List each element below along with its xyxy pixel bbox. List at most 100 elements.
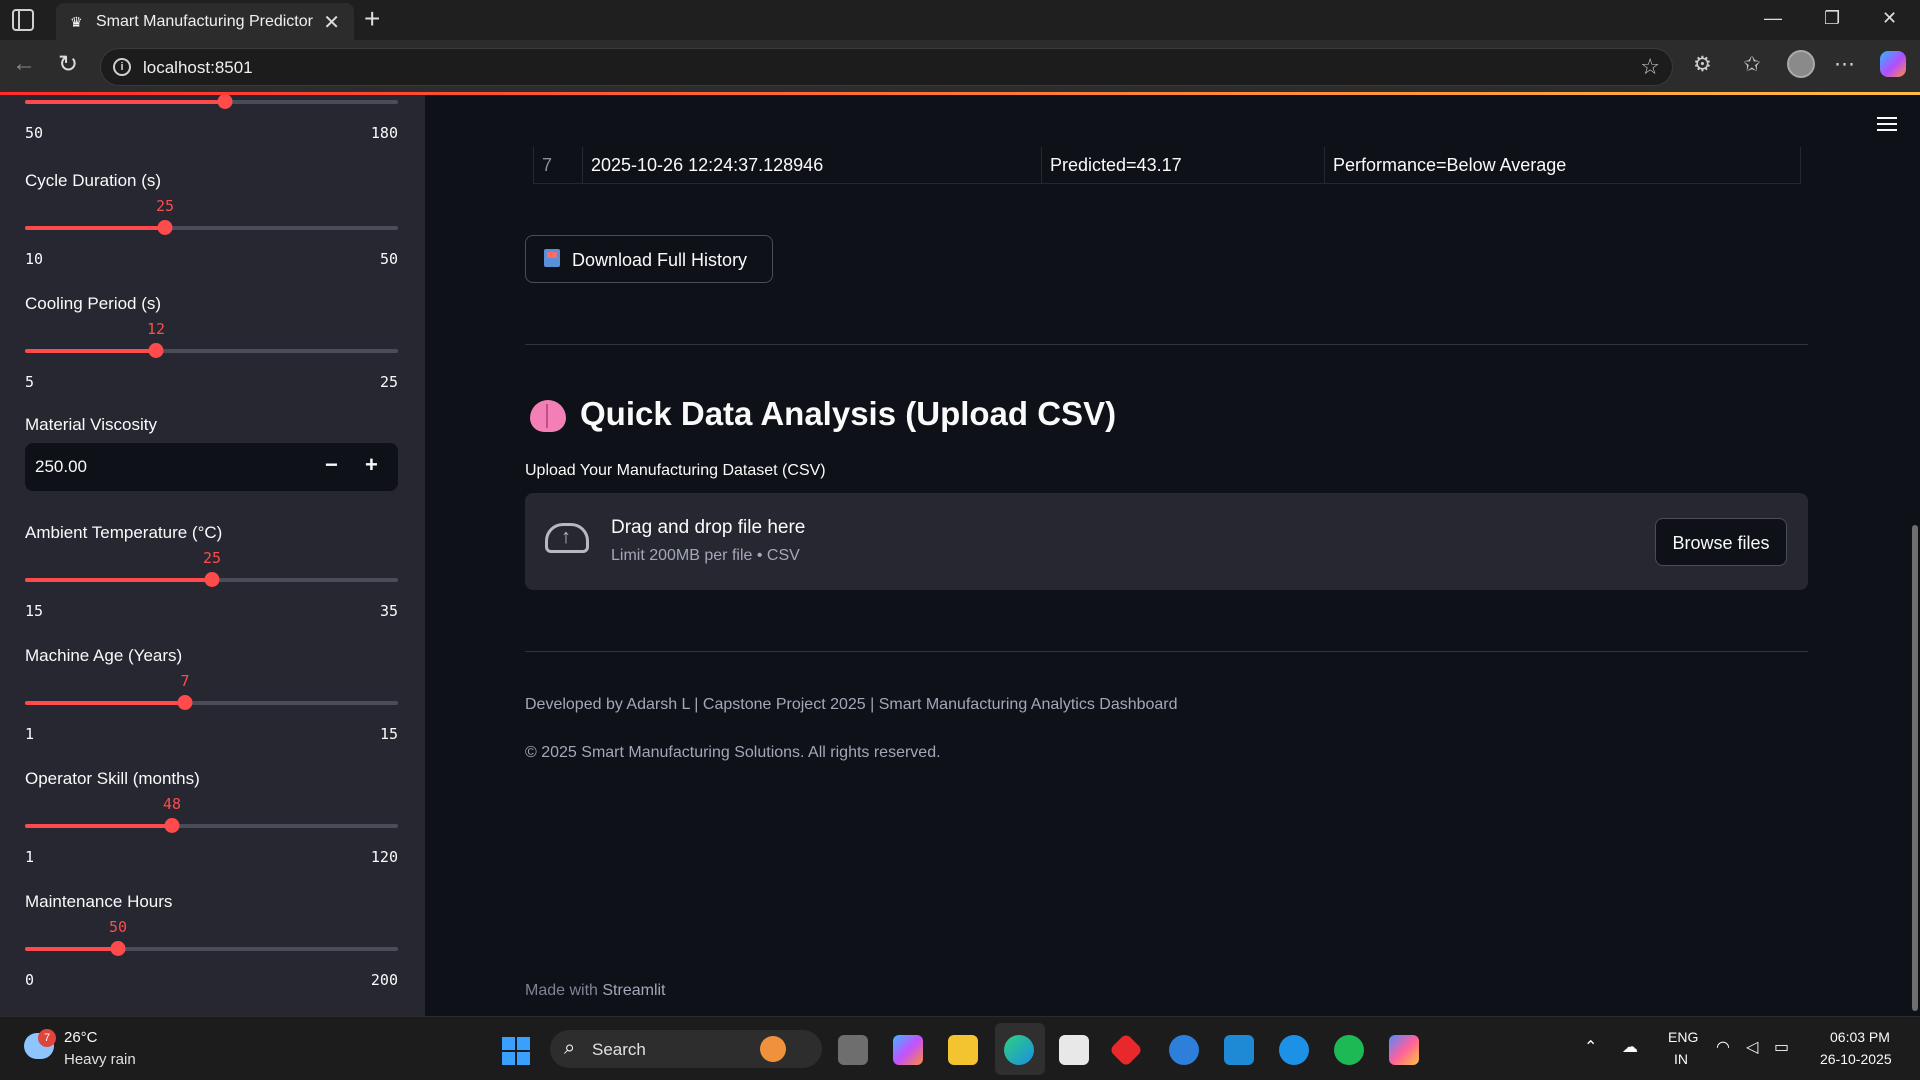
footer-credits: Developed by Adarsh L | Capstone Project… (525, 696, 1178, 713)
slider-track[interactable] (25, 941, 398, 956)
slider-label: Cooling Period (s) (25, 294, 162, 313)
cell-performance: Performance=Below Average (1324, 147, 1802, 184)
decrement-button[interactable]: − (325, 452, 338, 478)
wifi-icon[interactable]: ◠ (1716, 1037, 1730, 1057)
slider-min: 1 (25, 725, 35, 743)
slider-thumb[interactable] (148, 343, 164, 358)
browse-files-button[interactable]: Browse files (1655, 518, 1787, 566)
close-tab-icon[interactable]: ✕ (323, 10, 340, 35)
slider-thumb[interactable] (110, 941, 126, 956)
cell-timestamp: 2025-10-26 12:24:37.128946 (582, 147, 1041, 184)
language-code[interactable]: ENG (1668, 1029, 1698, 1045)
slider-value: 25 (155, 197, 175, 215)
slider-max: 35 (379, 602, 398, 620)
scrollbar[interactable] (1912, 525, 1918, 1011)
volume-icon[interactable]: ◁ (1746, 1037, 1758, 1057)
site-info-icon[interactable]: i (113, 58, 131, 76)
download-button-label: Download Full History (572, 250, 748, 270)
slider-thumb[interactable] (157, 220, 173, 235)
spotify-icon[interactable] (1334, 1035, 1364, 1065)
number-input-value[interactable]: 250.00 (35, 457, 87, 477)
slider-track[interactable] (25, 95, 398, 109)
refresh-icon[interactable]: ↻ (58, 50, 78, 79)
tab-actions-icon[interactable] (12, 9, 34, 31)
task-view-icon[interactable] (838, 1035, 868, 1065)
close-window-icon[interactable]: ✕ (1882, 8, 1897, 29)
slider-track[interactable] (25, 343, 398, 358)
gemini-icon[interactable] (1389, 1035, 1419, 1065)
slider-fill (25, 947, 118, 951)
file-dropzone[interactable]: Drag and drop file here Limit 200MB per … (525, 493, 1808, 590)
slider-min: 15 (25, 602, 44, 620)
slider-value: 50 (108, 918, 128, 936)
vscode-icon[interactable] (1224, 1035, 1254, 1065)
taskbar-search[interactable]: ⌕ Search (550, 1030, 822, 1068)
file-explorer-icon[interactable] (948, 1035, 978, 1065)
slider-fill (25, 701, 185, 705)
slider-min: 10 (25, 250, 44, 268)
streamlit-link[interactable]: Streamlit (602, 982, 665, 999)
extensions-icon[interactable]: ⚙ (1693, 52, 1712, 77)
slider-value: 12 (146, 320, 166, 338)
search-icon: ⌕ (564, 1037, 576, 1059)
new-tab-icon[interactable]: + (364, 3, 380, 35)
slider-min: 0 (25, 971, 35, 989)
weather-badge: 7 (38, 1029, 56, 1047)
table-row: 7 2025-10-26 12:24:37.128946 Predicted=4… (533, 147, 1801, 184)
slider-label: Cycle Duration (s) (25, 171, 162, 190)
slider-thumb[interactable] (177, 695, 193, 710)
git-app-icon[interactable] (1109, 1033, 1143, 1067)
url-text: localhost:8501 (143, 58, 253, 77)
divider (525, 344, 1808, 345)
section-title: Quick Data Analysis (Upload CSV) (580, 395, 1117, 432)
hamburger-icon[interactable] (1877, 117, 1897, 133)
back-icon[interactable]: ← (12, 50, 36, 78)
onedrive-cloud-icon[interactable]: ☁ (1622, 1037, 1638, 1057)
cell-prediction: Predicted=43.17 (1041, 147, 1324, 184)
download-history-button[interactable]: Download Full History (525, 235, 773, 283)
copilot-app-icon[interactable] (893, 1035, 923, 1065)
slider-thumb[interactable] (204, 572, 220, 587)
edge-browser-icon[interactable] (1004, 1035, 1034, 1065)
favorites-icon[interactable]: ✩ (1743, 52, 1761, 77)
more-options-icon[interactable]: ⋯ (1834, 52, 1855, 77)
language-region[interactable]: IN (1674, 1051, 1688, 1067)
favorite-star-icon[interactable]: ☆ (1640, 54, 1660, 80)
slider-fill (25, 578, 212, 582)
clock-time[interactable]: 06:03 PM (1830, 1029, 1890, 1045)
search-highlight-icon (760, 1036, 786, 1062)
slider-label: Operator Skill (months) (25, 769, 200, 788)
profile-avatar[interactable] (1787, 50, 1815, 78)
weather-description: Heavy rain (64, 1051, 136, 1068)
microsoft-store-icon[interactable] (1059, 1035, 1089, 1065)
slider-track[interactable] (25, 572, 398, 587)
python-app-icon[interactable] (1169, 1035, 1199, 1065)
cloud-upload-icon (545, 523, 589, 553)
slider-label: Machine Age (Years) (25, 646, 183, 665)
slider-fill (25, 100, 225, 104)
slider-track[interactable] (25, 695, 398, 710)
material-viscosity-input[interactable]: 250.00 − + (25, 443, 398, 491)
slider-thumb[interactable] (217, 95, 233, 109)
slider-track[interactable] (25, 220, 398, 235)
search-label: Search (592, 1040, 646, 1059)
browser-toolbar: ← ↻ i localhost:8501 ☆ ⚙ ✩ ⋯ (0, 40, 1920, 92)
slider-max: 180 (370, 124, 398, 142)
restore-icon[interactable]: ❐ (1824, 8, 1840, 29)
streamlit-crown-icon: ♛ (70, 14, 83, 30)
slider-value: 25 (202, 549, 222, 567)
address-bar[interactable]: i localhost:8501 ☆ (100, 48, 1673, 86)
slider-track[interactable] (25, 818, 398, 833)
increment-button[interactable]: + (365, 452, 378, 478)
clock-date[interactable]: 26-10-2025 (1820, 1051, 1892, 1067)
browser-tab[interactable]: ♛ Smart Manufacturing Predictor ✕ (56, 3, 354, 40)
chevron-up-icon[interactable]: ⌃ (1584, 1037, 1597, 1057)
copilot-icon[interactable] (1880, 51, 1906, 77)
docker-icon[interactable] (1279, 1035, 1309, 1065)
windows-start-icon[interactable] (502, 1037, 530, 1065)
battery-icon[interactable]: ▭ (1774, 1037, 1789, 1057)
slider-thumb[interactable] (164, 818, 180, 833)
dropzone-title: Drag and drop file here (611, 517, 806, 538)
minimize-icon[interactable]: — (1764, 8, 1782, 29)
sidebar: 50 180 Cycle Duration (s) 25 10 50 Cooli… (0, 95, 425, 1016)
